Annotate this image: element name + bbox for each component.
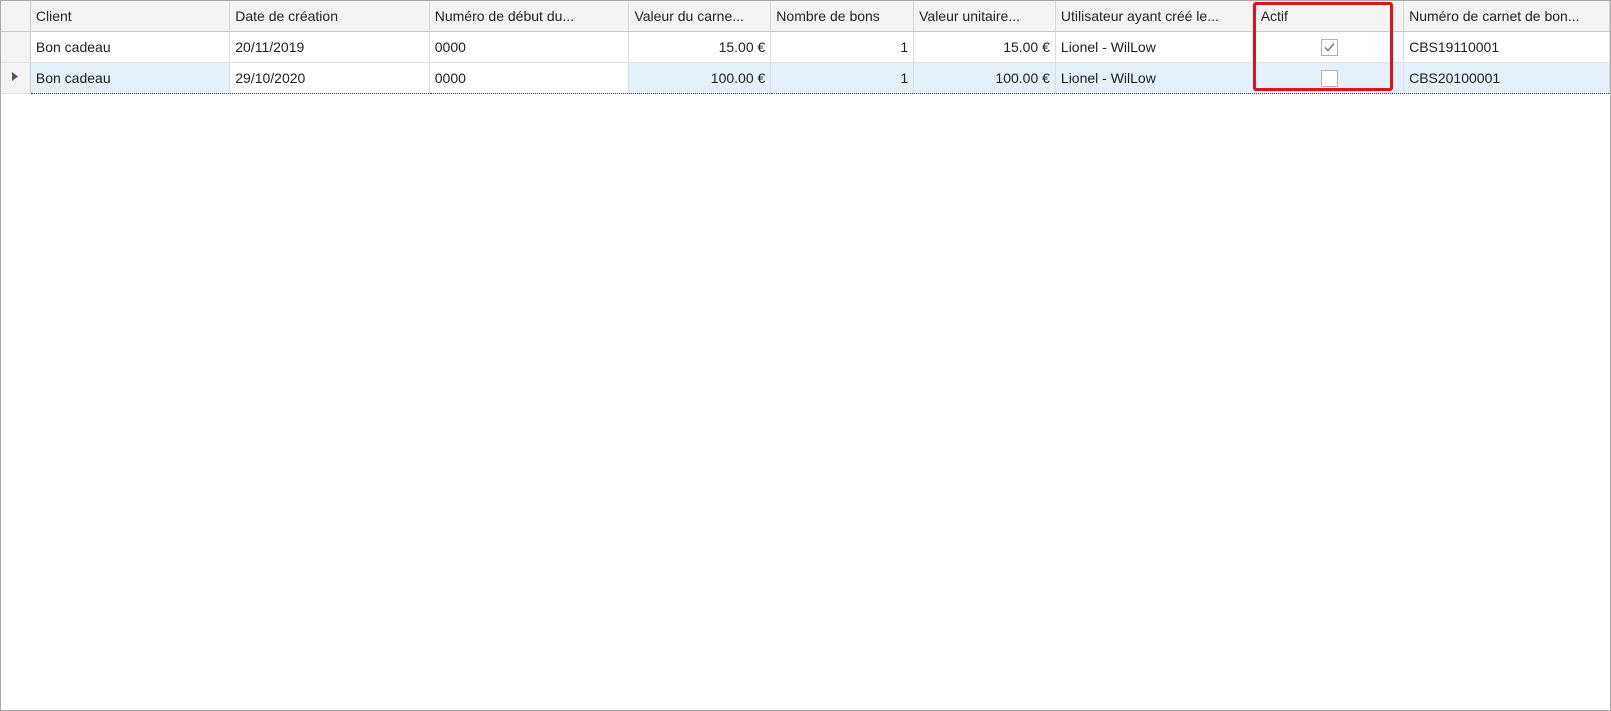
cell-creation-date[interactable]: 20/11/2019 xyxy=(229,31,430,63)
cell-created-by[interactable]: Lionel - WilLow xyxy=(1055,31,1256,63)
cell-start-number[interactable]: 0000 xyxy=(429,31,630,63)
cell-book-value[interactable]: 100.00 € xyxy=(628,62,772,94)
cell-creation-date[interactable]: 29/10/2020 xyxy=(229,62,430,94)
column-header-book-value[interactable]: Valeur du carne... xyxy=(628,1,772,32)
row-indicator[interactable] xyxy=(1,62,31,94)
cell-book-number[interactable]: CBS20100001 xyxy=(1403,62,1610,94)
cell-client[interactable]: Bon cadeau xyxy=(30,62,231,94)
cell-voucher-count[interactable]: 1 xyxy=(770,62,915,94)
cell-start-number[interactable]: 0000 xyxy=(429,62,630,94)
cell-book-value[interactable]: 15.00 € xyxy=(628,31,772,63)
table-row[interactable]: Bon cadeau 20/11/2019 0000 15.00 € 1 15.… xyxy=(1,31,1610,63)
vouchers-table: Client Date de création Numéro de début … xyxy=(1,1,1610,94)
cell-unit-value[interactable]: 100.00 € xyxy=(913,62,1056,94)
cell-unit-value[interactable]: 15.00 € xyxy=(913,31,1056,63)
row-indicator[interactable] xyxy=(1,31,31,63)
column-header-start-number[interactable]: Numéro de début du... xyxy=(429,1,630,32)
cell-book-number[interactable]: CBS19110001 xyxy=(1403,31,1610,63)
column-header-creation-date[interactable]: Date de création xyxy=(229,1,430,32)
active-checkbox[interactable] xyxy=(1320,38,1338,56)
column-header-client[interactable]: Client xyxy=(30,1,231,32)
column-header-created-by[interactable]: Utilisateur ayant créé le... xyxy=(1055,1,1256,32)
column-header-unit-value[interactable]: Valeur unitaire... xyxy=(913,1,1056,32)
cell-voucher-count[interactable]: 1 xyxy=(770,31,915,63)
current-row-arrow-icon xyxy=(12,72,19,81)
column-header-voucher-count[interactable]: Nombre de bons xyxy=(770,1,915,32)
checkmark-icon xyxy=(1324,42,1335,52)
header-row: Client Date de création Numéro de début … xyxy=(1,1,1610,32)
column-header-book-number[interactable]: Numéro de carnet de bon... xyxy=(1403,1,1610,32)
table-row[interactable]: Bon cadeau 29/10/2020 0000 100.00 € 1 10… xyxy=(1,62,1610,94)
cell-active[interactable] xyxy=(1255,31,1405,63)
cell-created-by[interactable]: Lionel - WilLow xyxy=(1055,62,1256,94)
column-header-active[interactable]: Actif xyxy=(1255,1,1405,32)
vouchers-grid: Client Date de création Numéro de début … xyxy=(0,0,1611,711)
header-corner xyxy=(1,1,31,32)
active-checkbox[interactable] xyxy=(1320,69,1338,87)
cell-active[interactable] xyxy=(1255,62,1405,94)
cell-client[interactable]: Bon cadeau xyxy=(30,31,231,63)
